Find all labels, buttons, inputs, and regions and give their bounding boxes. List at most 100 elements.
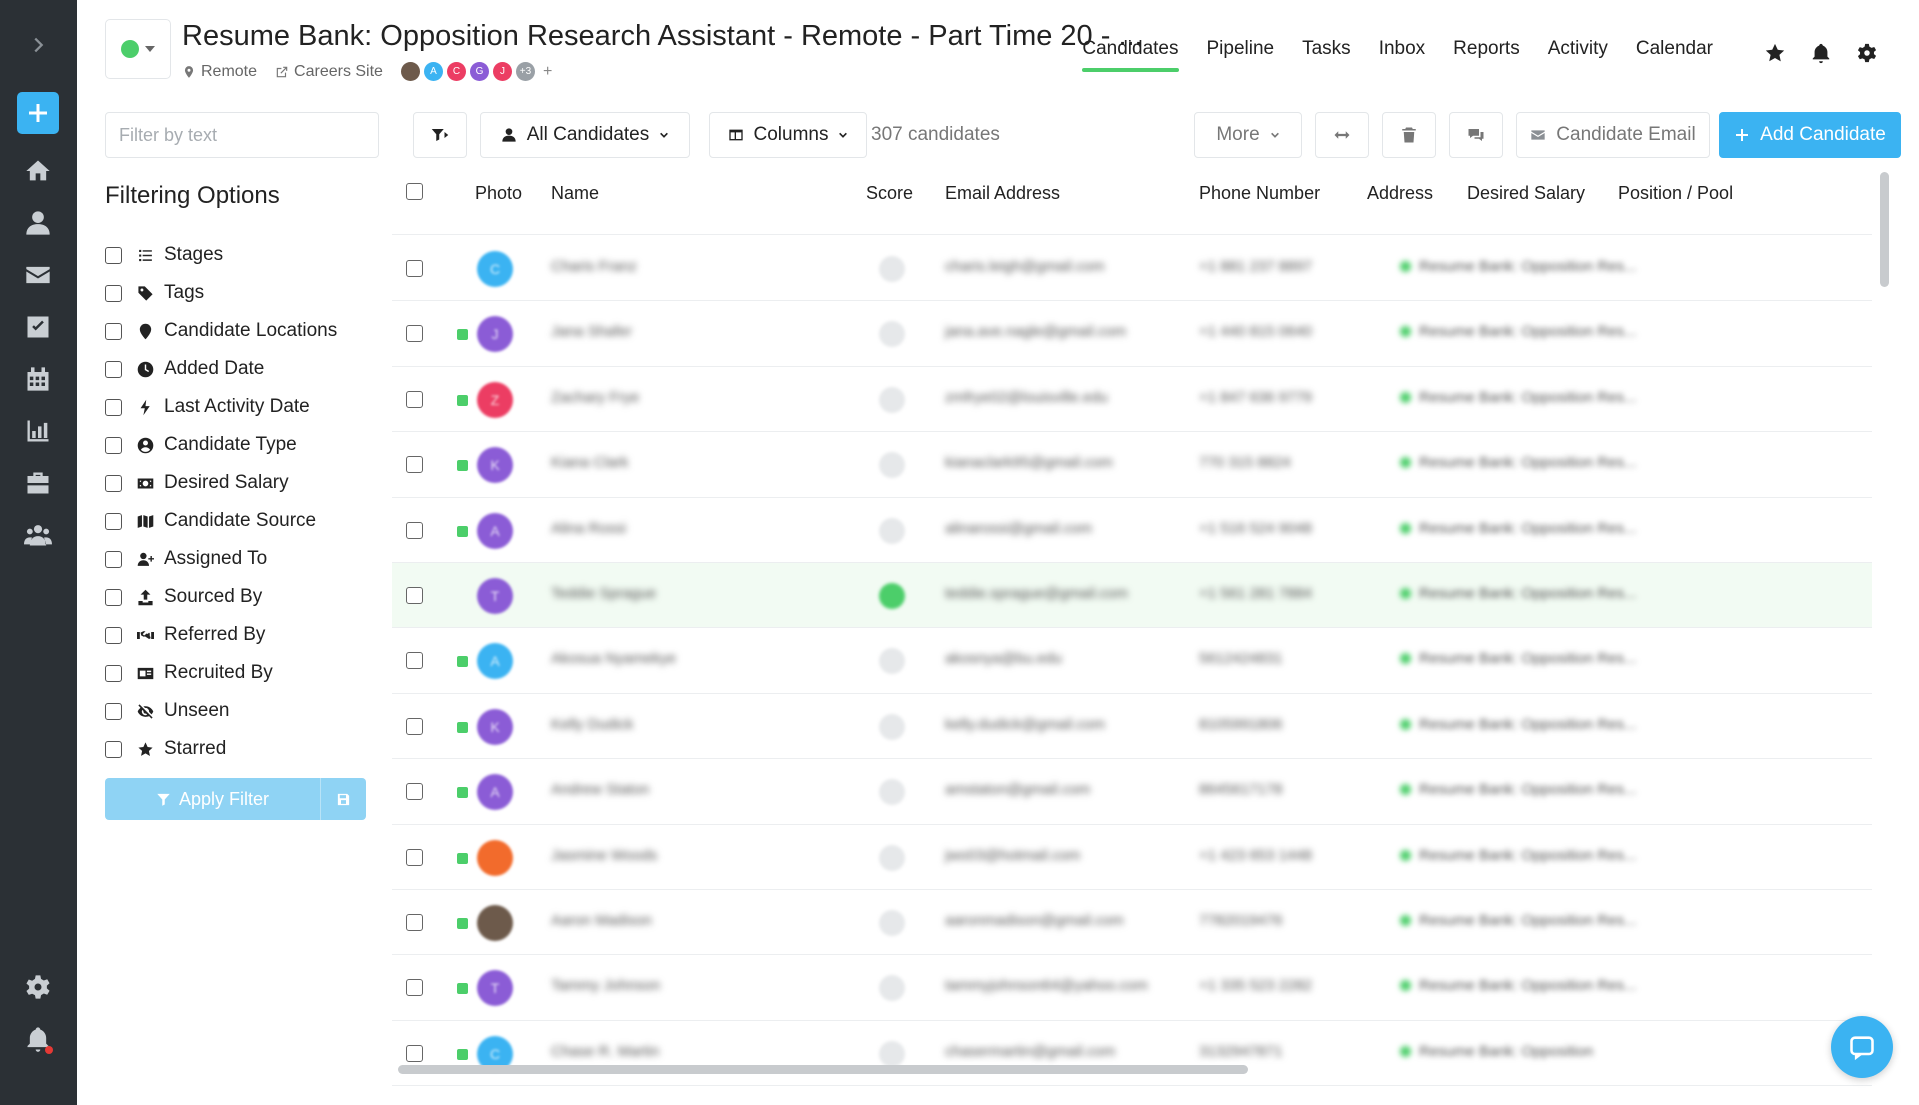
team-member-avatar[interactable]: J bbox=[492, 62, 512, 81]
mail-icon[interactable] bbox=[17, 254, 59, 296]
table-row[interactable]: Jasmine Woods jwo03@hotmail.com +1 423 653… bbox=[392, 825, 1872, 890]
team-member-avatar[interactable] bbox=[400, 62, 420, 81]
column-header-position[interactable]: Position / Pool bbox=[1618, 183, 1733, 204]
candidate-name[interactable]: Zachary Frye bbox=[551, 389, 639, 406]
delete-button[interactable] bbox=[1382, 112, 1436, 158]
candidates-icon[interactable] bbox=[17, 202, 59, 244]
team-member-avatar[interactable]: G bbox=[469, 62, 489, 81]
add-team-member-button[interactable]: + bbox=[543, 63, 552, 81]
row-checkbox[interactable] bbox=[406, 456, 423, 474]
home-icon[interactable] bbox=[17, 150, 59, 192]
candidate-avatar[interactable]: A bbox=[477, 774, 513, 811]
table-row[interactable]: T Tammy Johnson tammyjohnson64@yahoo.com +1… bbox=[392, 955, 1872, 1021]
filter-checkbox[interactable] bbox=[105, 398, 122, 416]
quick-add-button[interactable] bbox=[17, 92, 59, 134]
filter-option-sourced-by[interactable]: Sourced By bbox=[105, 578, 337, 616]
row-checkbox[interactable] bbox=[406, 260, 423, 277]
tab-calendar[interactable]: Calendar bbox=[1636, 34, 1713, 72]
team-icon[interactable] bbox=[17, 514, 59, 556]
filter-option-assigned-to[interactable]: Assigned To bbox=[105, 540, 337, 578]
row-checkbox[interactable] bbox=[406, 913, 423, 931]
candidate-avatar[interactable]: A bbox=[477, 643, 513, 680]
settings-icon[interactable] bbox=[17, 966, 59, 1008]
column-header-photo[interactable]: Photo bbox=[475, 183, 522, 204]
star-button[interactable] bbox=[1763, 41, 1787, 65]
candidate-name[interactable]: Kelly Dudick bbox=[551, 716, 634, 733]
reports-icon[interactable] bbox=[17, 410, 59, 452]
table-row[interactable]: A Andrew Staton amstaton@gmail.com 86456171… bbox=[392, 759, 1872, 825]
row-checkbox[interactable] bbox=[406, 521, 423, 539]
save-filter-button[interactable] bbox=[320, 778, 366, 820]
filter-option-unseen[interactable]: Unseen bbox=[105, 692, 337, 730]
table-row[interactable]: T Teddie Sprague teddie.sprague@gmail.com +… bbox=[392, 562, 1872, 629]
columns-dropdown[interactable]: Columns bbox=[709, 112, 867, 158]
candidate-avatar[interactable]: T bbox=[477, 970, 513, 1007]
column-header-phone[interactable]: Phone Number bbox=[1199, 183, 1320, 204]
table-row[interactable]: Z Zachary Frye zmfrye02@louisville.edu +1 8… bbox=[392, 367, 1872, 433]
table-row[interactable]: C Charis Franz charis.leigh@gmail.com +1 88… bbox=[392, 236, 1872, 302]
hiring-team[interactable]: A C G J +3 + bbox=[400, 62, 552, 81]
filter-checkbox[interactable] bbox=[105, 474, 122, 492]
table-row[interactable]: K Kelly Dudick kelly.dudick@gmail.com 81059… bbox=[392, 694, 1872, 760]
apply-filter-button[interactable]: Apply Filter bbox=[105, 778, 320, 820]
column-header-email[interactable]: Email Address bbox=[945, 183, 1060, 204]
column-header-address[interactable]: Address bbox=[1367, 183, 1433, 204]
tab-reports[interactable]: Reports bbox=[1453, 34, 1520, 72]
filter-checkbox[interactable] bbox=[105, 512, 122, 530]
row-checkbox[interactable] bbox=[406, 848, 423, 866]
filter-checkbox[interactable] bbox=[105, 550, 122, 568]
filter-option-recruited-by[interactable]: Recruited By bbox=[105, 654, 337, 692]
expand-columns-button[interactable] bbox=[1315, 112, 1369, 158]
team-member-avatar[interactable]: A bbox=[423, 62, 443, 81]
candidate-name[interactable]: Aaron Madison bbox=[551, 912, 652, 929]
job-status-dropdown[interactable] bbox=[105, 19, 171, 79]
candidate-name[interactable]: Jasmine Woods bbox=[551, 847, 657, 864]
tab-inbox[interactable]: Inbox bbox=[1379, 34, 1425, 72]
filter-text-input[interactable] bbox=[105, 112, 379, 158]
filter-checkbox[interactable] bbox=[105, 284, 122, 302]
filter-checkbox[interactable] bbox=[105, 436, 122, 454]
jobs-briefcase-icon[interactable] bbox=[17, 462, 59, 504]
filter-option-referred-by[interactable]: Referred By bbox=[105, 616, 337, 654]
filter-option-starred[interactable]: Starred bbox=[105, 730, 337, 768]
candidate-name[interactable]: Kiana Clark bbox=[551, 454, 629, 471]
row-checkbox[interactable] bbox=[406, 390, 423, 408]
candidate-name[interactable]: Teddie Sprague bbox=[551, 585, 656, 602]
vertical-scrollbar[interactable] bbox=[1880, 172, 1889, 287]
candidate-avatar[interactable] bbox=[477, 904, 513, 941]
filter-checkbox[interactable] bbox=[105, 588, 122, 606]
more-dropdown[interactable]: More bbox=[1194, 112, 1302, 158]
team-member-avatar[interactable]: +3 bbox=[515, 62, 535, 81]
candidate-view-dropdown[interactable]: All Candidates bbox=[480, 112, 690, 158]
filter-checkbox[interactable] bbox=[105, 322, 122, 340]
row-checkbox[interactable] bbox=[406, 783, 423, 801]
gear-button[interactable] bbox=[1855, 41, 1879, 65]
table-row[interactable]: A Akosua Nyamekye akosnya@bu.edu 5612424831… bbox=[392, 628, 1872, 694]
table-row[interactable]: C Chase R. Martin chasermartin@gmail.com 31… bbox=[392, 1021, 1872, 1087]
filter-checkbox[interactable] bbox=[105, 664, 122, 682]
candidate-avatar[interactable]: A bbox=[477, 512, 513, 549]
candidate-avatar[interactable]: Z bbox=[477, 381, 513, 418]
row-checkbox[interactable] bbox=[406, 1044, 423, 1062]
location-link[interactable]: Remote bbox=[182, 63, 257, 81]
filter-checkbox[interactable] bbox=[105, 740, 122, 758]
select-all-checkbox[interactable] bbox=[406, 183, 423, 200]
candidate-name[interactable]: Jana Shafer bbox=[551, 323, 632, 340]
team-member-avatar[interactable]: C bbox=[446, 62, 466, 81]
filter-checkbox[interactable] bbox=[105, 626, 122, 644]
toggle-filters-button[interactable] bbox=[413, 112, 467, 158]
filter-checkbox[interactable] bbox=[105, 246, 122, 264]
column-header-score[interactable]: Score bbox=[866, 183, 913, 204]
filter-option-added-date[interactable]: Added Date bbox=[105, 350, 337, 388]
horizontal-scrollbar[interactable] bbox=[398, 1065, 1248, 1074]
row-checkbox[interactable] bbox=[406, 586, 423, 604]
row-checkbox[interactable] bbox=[406, 652, 423, 670]
sms-button[interactable] bbox=[1449, 112, 1503, 158]
support-chat-button[interactable] bbox=[1831, 1016, 1893, 1078]
candidate-avatar[interactable]: C bbox=[477, 251, 513, 287]
candidate-name[interactable]: Akosua Nyamekye bbox=[551, 650, 676, 667]
candidate-avatar[interactable]: K bbox=[477, 708, 513, 745]
candidate-name[interactable]: Charis Franz bbox=[551, 258, 637, 275]
filter-option-last-activity-date[interactable]: Last Activity Date bbox=[105, 388, 337, 426]
column-header-name[interactable]: Name bbox=[551, 183, 599, 204]
